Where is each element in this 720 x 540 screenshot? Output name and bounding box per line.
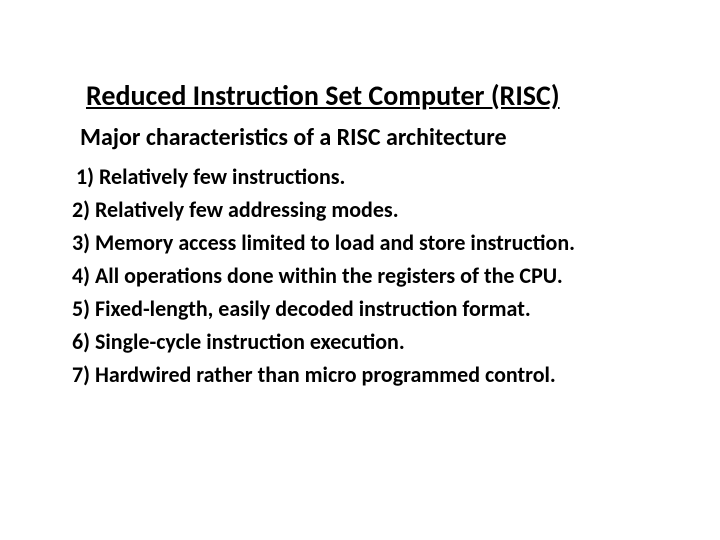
list-item: 5) Fixed-length, easily decoded instruct… [72,292,680,325]
characteristics-list: 1) Relatively few instructions. 2) Relat… [80,160,680,391]
list-item: 6) Single-cycle instruction execution. [72,325,680,358]
list-item: 3) Memory access limited to load and sto… [72,226,680,259]
list-item: 7) Hardwired rather than micro programme… [72,358,680,391]
list-item: 4) All operations done within the regist… [72,259,680,292]
page-subtitle: Major characteristics of a RISC architec… [80,123,680,152]
list-item: 1) Relatively few instructions. [76,160,680,193]
list-item: 2) Relatively few addressing modes. [72,193,680,226]
page-title: Reduced Instruction Set Computer (RISC) [86,78,680,113]
